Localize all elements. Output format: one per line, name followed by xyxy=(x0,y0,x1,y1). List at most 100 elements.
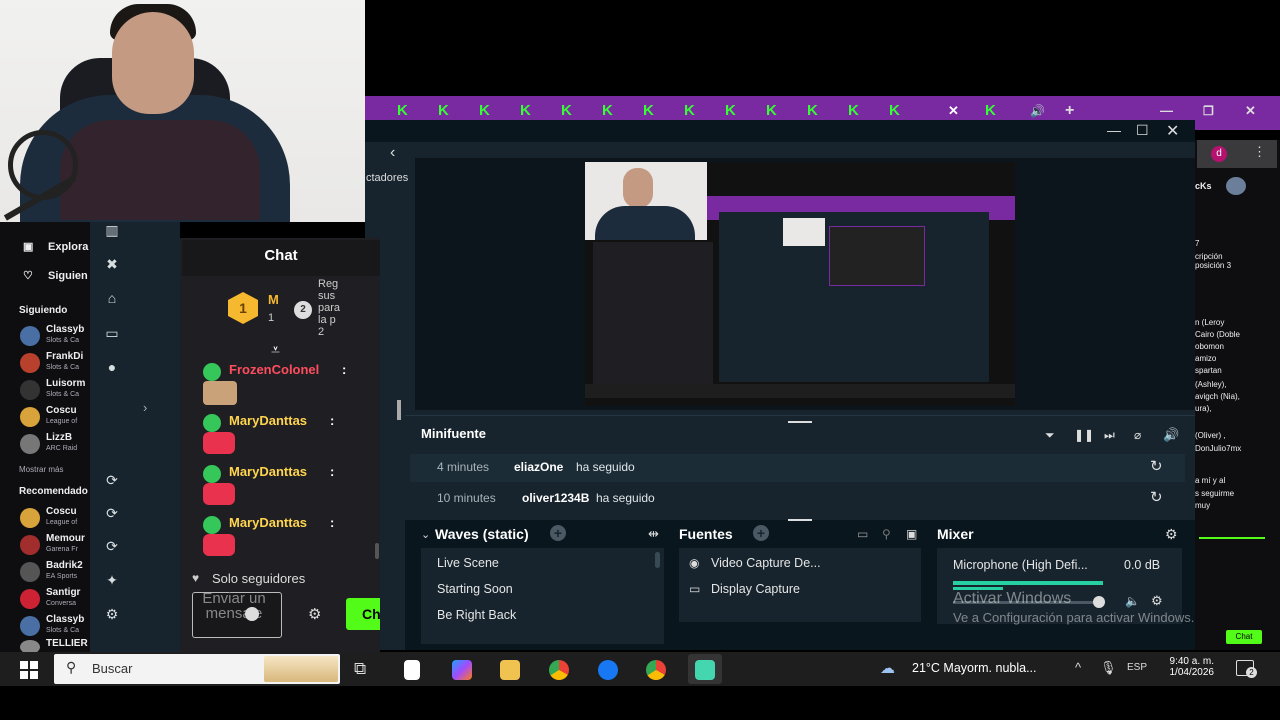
channel-item[interactable]: Coscu League of xyxy=(0,403,90,431)
speaker-icon[interactable]: 🔈 xyxy=(1125,594,1140,608)
kick-tab-icon[interactable]: K xyxy=(602,103,616,118)
dock-drag-handle[interactable] xyxy=(788,421,812,423)
source-link-icon[interactable]: ⚲ xyxy=(882,527,891,541)
tools-icon[interactable]: ✖ xyxy=(103,256,121,272)
add-scene-icon[interactable]: + xyxy=(550,525,566,541)
channel-item[interactable]: TELLIER xyxy=(0,636,90,654)
expand-arrow-icon[interactable]: › xyxy=(143,400,147,415)
kick-tab-icon[interactable]: K xyxy=(985,103,999,118)
chrome-icon[interactable] xyxy=(646,660,666,680)
scene-transition-icon[interactable]: ⇹ xyxy=(648,526,659,542)
dock-drag-handle[interactable] xyxy=(788,519,812,521)
volume-slider-handle[interactable] xyxy=(1093,596,1105,608)
kick-tab-icon[interactable]: K xyxy=(438,103,452,118)
channel-item[interactable]: LizzB ARC Raid xyxy=(0,430,90,458)
kick-tab-icon[interactable]: K xyxy=(848,103,862,118)
kick-tab-icon[interactable]: K xyxy=(397,103,411,118)
close-window-icon[interactable]: ✕ xyxy=(1245,104,1259,118)
scrollbar[interactable] xyxy=(655,552,660,568)
chat-username[interactable]: MaryDanttas xyxy=(229,515,307,530)
settings-icon[interactable]: ⚙ xyxy=(103,606,121,622)
kick-tab-icon[interactable]: K xyxy=(725,103,739,118)
scene-item[interactable]: Live Scene xyxy=(437,556,499,570)
kick-tab-icon[interactable]: K xyxy=(807,103,821,118)
channel-item[interactable]: FrankDi Slots & Ca xyxy=(0,349,90,377)
sparkle-icon[interactable]: ✦ xyxy=(103,572,121,588)
studio-close-icon[interactable]: ✕ xyxy=(1166,121,1179,141)
filter-icon[interactable]: ⏷ xyxy=(1045,428,1055,443)
source-item[interactable]: Video Capture De... xyxy=(711,556,821,570)
minimize-icon[interactable]: — xyxy=(1160,104,1174,118)
chat-settings-icon[interactable]: ⚙ xyxy=(308,605,321,623)
channel-item[interactable]: Santigr Conversa xyxy=(0,585,90,613)
start-icon[interactable] xyxy=(20,661,38,679)
file-explorer-icon[interactable] xyxy=(500,660,520,680)
channel-item[interactable]: Badrik2 EA Sports xyxy=(0,558,90,586)
kick-tab-icon[interactable]: K xyxy=(889,103,903,118)
file-icon[interactable] xyxy=(404,660,420,680)
address-bar[interactable]: d ⋮ xyxy=(1197,140,1277,168)
scenes-title[interactable]: Waves (static) xyxy=(435,526,529,542)
copilot-icon[interactable] xyxy=(452,660,472,680)
microphone-icon[interactable]: 🎙 xyxy=(1100,660,1117,676)
channel-item[interactable]: Classyb Slots & Ca xyxy=(0,322,90,350)
weather-text[interactable]: 21°C Mayorm. nubla... xyxy=(912,661,1037,675)
clock[interactable]: 9:40 a. m. 1/04/2026 xyxy=(1164,656,1215,678)
folder-icon[interactable]: ▣ xyxy=(906,527,917,541)
mixer-settings-icon[interactable]: ⚙ xyxy=(1165,526,1178,543)
weather-icon[interactable]: ☁ xyxy=(880,659,895,677)
store-icon[interactable]: ⌂ xyxy=(103,290,121,306)
kick-tab-icon[interactable]: K xyxy=(766,103,780,118)
chat-scrollbar[interactable] xyxy=(375,543,379,559)
chrome-icon[interactable] xyxy=(549,660,569,680)
mute-alerts-icon[interactable]: ⌀ xyxy=(1134,428,1141,442)
kick-tab-icon[interactable]: K xyxy=(561,103,575,118)
taskbar-search[interactable]: ⚲ Buscar xyxy=(54,654,340,684)
right-chat-button[interactable]: Chat xyxy=(1226,630,1262,644)
show-more-link[interactable]: Mostrar más xyxy=(19,465,63,474)
chat-username[interactable]: MaryDanttas xyxy=(229,464,307,479)
chat-username[interactable]: MaryDanttas xyxy=(229,413,307,428)
nav-explore[interactable]: ▣ Explora xyxy=(0,240,90,262)
chat-send-button[interactable]: Ch xyxy=(346,598,380,630)
new-tab-icon[interactable]: + xyxy=(1065,103,1079,119)
app-icon[interactable]: ⟳ xyxy=(103,472,121,488)
chat-input[interactable]: Enviar un mensaje xyxy=(192,591,282,638)
channel-settings-icon[interactable]: ⚙ xyxy=(1151,593,1163,609)
app-icon[interactable]: ⟳ xyxy=(103,538,121,554)
kick-tab-icon[interactable]: K xyxy=(520,103,534,118)
dashboard-icon[interactable]: ▥ xyxy=(103,222,121,238)
kick-tab-icon[interactable]: K xyxy=(643,103,657,118)
browser-menu-icon[interactable]: ⋮ xyxy=(1253,144,1266,160)
collapse-arrow-icon[interactable]: ‹ xyxy=(390,144,395,162)
scene-item[interactable]: Be Right Back xyxy=(437,608,516,622)
speaker-tab-icon[interactable]: 🔊 xyxy=(1030,104,1045,118)
themes-icon[interactable]: ▭ xyxy=(103,325,121,341)
close-tab-icon[interactable]: ✕ xyxy=(948,104,962,118)
channel-item[interactable]: Memour Garena Fr xyxy=(0,531,90,559)
emoji-icon[interactable] xyxy=(245,607,259,621)
nav-following[interactable]: ♡ Siguien xyxy=(0,269,90,291)
pause-icon[interactable]: ❚❚ xyxy=(1074,428,1094,442)
kick-tab-icon[interactable]: K xyxy=(479,103,493,118)
collapse-leaderboard-icon[interactable]: ⩡ xyxy=(271,342,280,360)
stream-preview[interactable] xyxy=(585,162,1015,406)
task-view-icon[interactable]: ⧉ xyxy=(354,659,366,679)
notification-icon[interactable]: 2 xyxy=(1236,660,1257,678)
tray-chevron-icon[interactable]: ^ xyxy=(1075,660,1081,675)
restore-icon[interactable]: ❐ xyxy=(1203,104,1217,118)
volume-icon[interactable]: 🔊 xyxy=(1163,427,1179,443)
source-group-icon[interactable]: ▭ xyxy=(857,527,868,541)
channel-item[interactable]: Coscu League of xyxy=(0,504,90,532)
add-source-icon[interactable]: + xyxy=(753,525,769,541)
source-item[interactable]: Display Capture xyxy=(711,582,800,596)
studio-maximize-icon[interactable]: ☐ xyxy=(1136,122,1149,139)
facebook-icon[interactable] xyxy=(598,660,618,680)
studio-minimize-icon[interactable]: — xyxy=(1107,122,1121,138)
record-icon[interactable]: ● xyxy=(103,359,121,375)
scene-item[interactable]: Starting Soon xyxy=(437,582,513,596)
panel-resize-handle[interactable] xyxy=(397,400,401,420)
language-indicator[interactable]: ESP xyxy=(1127,662,1147,673)
chevron-down-icon[interactable]: ⌄ xyxy=(421,528,430,541)
channel-item[interactable]: Luisorm Slots & Ca xyxy=(0,376,90,404)
